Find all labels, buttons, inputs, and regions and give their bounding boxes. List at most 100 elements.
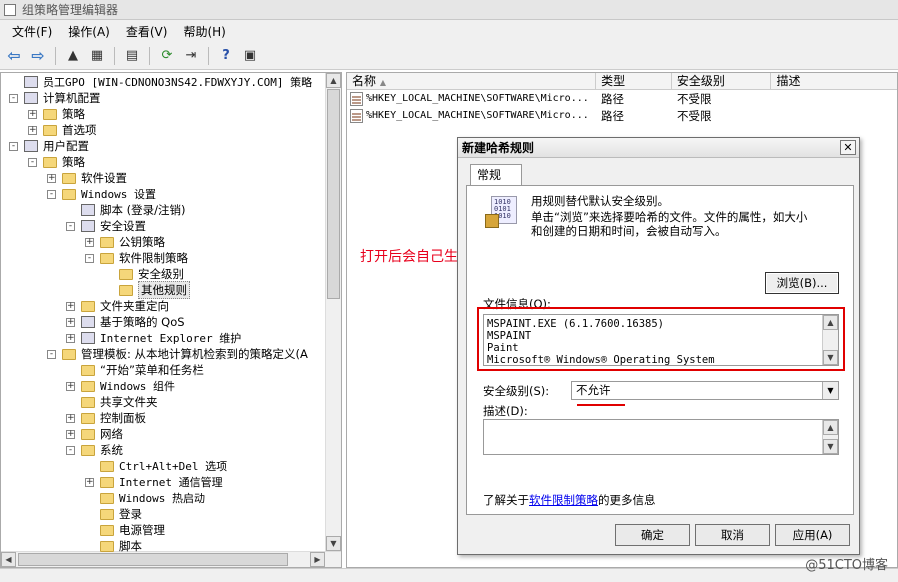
menu-action[interactable]: 操作(A) bbox=[60, 23, 118, 40]
dialog-instruction-line1: 单击“浏览”来选择要哈希的文件。文件的属性，如大小 bbox=[531, 210, 808, 224]
toolbar-separator bbox=[114, 46, 115, 65]
tree-item[interactable]: + Windows 组件 bbox=[66, 378, 175, 394]
tree-item[interactable]: + 文件夹重定向 bbox=[66, 298, 169, 314]
tree-item[interactable]: 脚本 bbox=[85, 538, 142, 554]
collapse-icon[interactable]: - bbox=[66, 221, 75, 231]
column-header-description[interactable]: 描述 bbox=[771, 73, 897, 90]
tree-item[interactable]: - 软件限制策略 bbox=[85, 250, 188, 266]
tree-item-label: 脚本 bbox=[119, 539, 142, 553]
script-icon bbox=[81, 204, 95, 216]
collapse-icon[interactable]: - bbox=[47, 349, 56, 359]
expand-icon[interactable]: + bbox=[28, 109, 37, 119]
expand-icon[interactable]: + bbox=[85, 477, 94, 487]
expand-icon[interactable]: + bbox=[28, 125, 37, 135]
tree-item[interactable]: + 首选项 bbox=[28, 122, 97, 138]
tree-item[interactable]: - Windows 设置 bbox=[47, 186, 156, 202]
expand-icon[interactable]: + bbox=[66, 317, 75, 327]
list-row[interactable]: %HKEY_LOCAL_MACHINE\SOFTWARE\Micro... 路径… bbox=[347, 107, 897, 124]
tree-item[interactable]: - 系统 bbox=[66, 442, 123, 458]
tree-item[interactable]: 脚本 (登录/注销) bbox=[66, 202, 186, 218]
scroll-down-arrow-icon[interactable]: ▼ bbox=[823, 439, 838, 454]
up-folder-icon[interactable]: ▲ bbox=[63, 46, 83, 66]
tree-item[interactable]: - 安全设置 bbox=[66, 218, 146, 234]
show-hide-tree-icon[interactable]: ▦ bbox=[87, 46, 107, 66]
tree-item[interactable]: + Internet 通信管理 bbox=[85, 474, 223, 490]
tree-item[interactable]: “开始”菜单和任务栏 bbox=[66, 362, 204, 378]
refresh-icon[interactable]: ⟳ bbox=[157, 46, 177, 66]
tab-general[interactable]: 常规 bbox=[470, 164, 522, 186]
tree-item[interactable]: + 网络 bbox=[66, 426, 123, 442]
tree-item[interactable]: + 软件设置 bbox=[47, 170, 127, 186]
tree-item[interactable]: 安全级别 bbox=[104, 266, 184, 282]
collapse-icon[interactable]: - bbox=[66, 445, 75, 455]
menu-file[interactable]: 文件(F) bbox=[4, 23, 60, 40]
tree-vertical-scrollbar[interactable]: ▲ ▼ bbox=[325, 73, 341, 567]
scroll-thumb-horizontal[interactable] bbox=[18, 553, 288, 566]
tree-item[interactable]: + Internet Explorer 维护 bbox=[66, 330, 241, 346]
description-scrollbar[interactable]: ▲ ▼ bbox=[822, 420, 838, 454]
tree-item[interactable]: + 公钥策略 bbox=[85, 234, 165, 250]
collapse-icon[interactable]: - bbox=[9, 141, 18, 151]
cancel-button[interactable]: 取消 bbox=[695, 524, 770, 546]
tree-item[interactable]: Windows 热启动 bbox=[85, 490, 205, 506]
column-header-security-level[interactable]: 安全级别 bbox=[672, 73, 772, 90]
tree-item[interactable]: Ctrl+Alt+Del 选项 bbox=[85, 458, 227, 474]
toolbar: ⇦ ⇨ ▲ ▦ ▤ ⟳ ⇥ ? ▣ bbox=[0, 42, 898, 70]
collapse-icon[interactable]: - bbox=[85, 253, 94, 263]
description-textbox[interactable]: ▲ ▼ bbox=[483, 419, 839, 455]
expand-icon[interactable]: + bbox=[66, 429, 75, 439]
expand-icon[interactable]: + bbox=[66, 301, 75, 311]
expand-icon[interactable]: + bbox=[66, 413, 75, 423]
menu-help[interactable]: 帮助(H) bbox=[175, 23, 233, 40]
chevron-down-icon[interactable]: ▼ bbox=[822, 382, 838, 399]
scroll-down-arrow-icon[interactable]: ▼ bbox=[326, 536, 341, 551]
help-icon[interactable]: ? bbox=[216, 46, 236, 66]
forward-icon[interactable]: ⇨ bbox=[28, 46, 48, 66]
tree-item[interactable]: - 计算机配置 bbox=[9, 90, 101, 106]
tree-item-label: 计算机配置 bbox=[43, 91, 101, 105]
tree-item[interactable]: 员工GPO [WIN-CDNONO3NS42.FDWXYJY.COM] 策略 bbox=[9, 74, 312, 90]
scroll-right-arrow-icon[interactable]: ▶ bbox=[310, 552, 325, 567]
tree-horizontal-scrollbar[interactable]: ◀ ▶ bbox=[1, 551, 341, 567]
folder-icon bbox=[100, 236, 114, 248]
menu-view[interactable]: 查看(V) bbox=[118, 23, 176, 40]
expand-icon[interactable]: + bbox=[66, 381, 75, 391]
collapse-icon[interactable]: - bbox=[9, 93, 18, 103]
column-header-name[interactable]: 名称 ▲ bbox=[347, 73, 597, 90]
tree-item[interactable]: + 策略 bbox=[28, 106, 85, 122]
expand-icon[interactable]: + bbox=[47, 173, 56, 183]
scroll-up-arrow-icon[interactable]: ▲ bbox=[326, 73, 341, 88]
software-restriction-policy-link[interactable]: 软件限制策略 bbox=[529, 493, 598, 507]
tree-item[interactable]: - 策略 bbox=[28, 154, 85, 170]
expand-icon[interactable]: + bbox=[66, 333, 75, 343]
tree-item[interactable]: 共享文件夹 bbox=[66, 394, 158, 410]
list-row[interactable]: %HKEY_LOCAL_MACHINE\SOFTWARE\Micro... 路径… bbox=[347, 90, 897, 107]
expand-icon[interactable]: + bbox=[85, 237, 94, 247]
column-header-type[interactable]: 类型 bbox=[596, 73, 672, 90]
properties-icon[interactable]: ▤ bbox=[122, 46, 142, 66]
back-icon[interactable]: ⇦ bbox=[4, 46, 24, 66]
ok-button[interactable]: 确定 bbox=[615, 524, 690, 546]
browse-button[interactable]: 浏览(B)... bbox=[765, 272, 839, 294]
scroll-left-arrow-icon[interactable]: ◀ bbox=[1, 552, 16, 567]
tree-item[interactable]: - 用户配置 bbox=[9, 138, 89, 154]
collapse-icon[interactable]: - bbox=[28, 157, 37, 167]
tree-item[interactable]: + 控制面板 bbox=[66, 410, 146, 426]
tree-item[interactable]: 其他规则 bbox=[104, 281, 190, 299]
security-level-select[interactable]: 不允许 ▼ bbox=[571, 381, 839, 400]
tree-item[interactable]: 电源管理 bbox=[85, 522, 165, 538]
scroll-up-arrow-icon[interactable]: ▲ bbox=[823, 420, 838, 435]
gpo-icon bbox=[24, 76, 38, 88]
apply-button[interactable]: 应用(A) bbox=[775, 524, 850, 546]
path-rule-icon bbox=[350, 91, 363, 106]
new-hash-rule-dialog: 新建哈希规则 ✕ 常规 1010 0101 1010 用规则替代默认安全级别。 … bbox=[457, 137, 860, 555]
close-icon[interactable]: ✕ bbox=[840, 140, 856, 155]
collapse-icon[interactable]: - bbox=[47, 189, 56, 199]
tree-item[interactable]: + 基于策略的 QoS bbox=[66, 314, 185, 330]
tree-item[interactable]: - 管理模板: 从本地计算机检索到的策略定义(A bbox=[47, 346, 308, 362]
folder-icon bbox=[100, 524, 114, 536]
scroll-thumb[interactable] bbox=[327, 89, 340, 299]
console-view-icon[interactable]: ▣ bbox=[240, 46, 260, 66]
tree-item[interactable]: 登录 bbox=[85, 506, 142, 522]
export-list-icon[interactable]: ⇥ bbox=[181, 46, 201, 66]
